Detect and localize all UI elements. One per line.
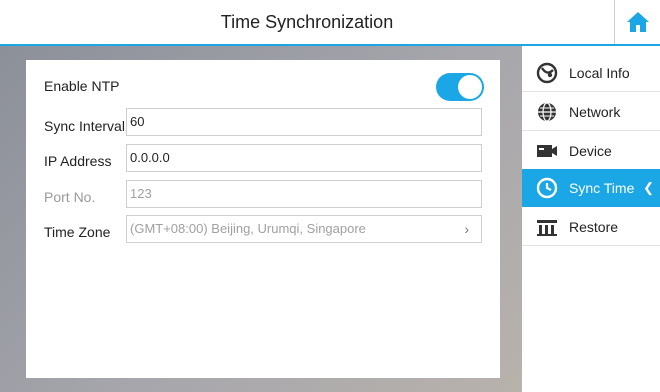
home-button[interactable]: [614, 0, 660, 44]
toggle-knob: [458, 75, 482, 99]
title-bar: Time Synchronization: [0, 0, 660, 46]
chevron-right-icon: ›: [464, 221, 469, 237]
globe-icon: [536, 101, 558, 123]
time-zone-select[interactable]: (GMT+08:00) Beijing, Urumqi, Singapore ›: [126, 215, 482, 243]
sidebar-item-label: Local Info: [569, 65, 630, 81]
time-zone-label: Time Zone: [44, 224, 111, 240]
local-info-icon: [536, 62, 558, 84]
sync-interval-label: Sync Interval: [44, 118, 125, 134]
home-icon: [627, 12, 649, 32]
sidebar-item-label: Device: [569, 143, 612, 159]
port-label: Port No.: [44, 189, 96, 205]
ip-address-input[interactable]: 0.0.0.0: [126, 144, 482, 172]
restore-icon: [536, 216, 558, 238]
sidebar-item-device[interactable]: Device: [522, 132, 660, 170]
port-input[interactable]: 123: [126, 180, 482, 208]
sidebar-item-restore[interactable]: Restore: [522, 208, 660, 246]
sidebar-item-label: Restore: [569, 219, 619, 235]
sidebar-item-sync-time[interactable]: Sync Time ❮: [522, 169, 660, 207]
sync-interval-input[interactable]: 60: [126, 108, 482, 136]
settings-panel: Enable NTP Sync Interval 60 IP Address 0…: [26, 60, 500, 378]
ip-address-label: IP Address: [44, 153, 112, 169]
enable-ntp-toggle[interactable]: [436, 73, 484, 101]
sidebar-item-local-info[interactable]: Local Info: [522, 54, 660, 92]
settings-sidebar: Local Info Network Device Sync Time ❮ Re…: [522, 46, 660, 392]
sidebar-item-label: Network: [569, 104, 621, 120]
time-zone-value: (GMT+08:00) Beijing, Urumqi, Singapore: [130, 221, 366, 236]
enable-ntp-label: Enable NTP: [44, 78, 120, 94]
device-icon: [536, 140, 558, 162]
clock-icon: [536, 177, 558, 199]
sidebar-item-network[interactable]: Network: [522, 93, 660, 131]
chevron-left-icon: ❮: [643, 180, 654, 195]
sidebar-item-label: Sync Time: [569, 180, 635, 196]
page-title: Time Synchronization: [220, 12, 394, 32]
